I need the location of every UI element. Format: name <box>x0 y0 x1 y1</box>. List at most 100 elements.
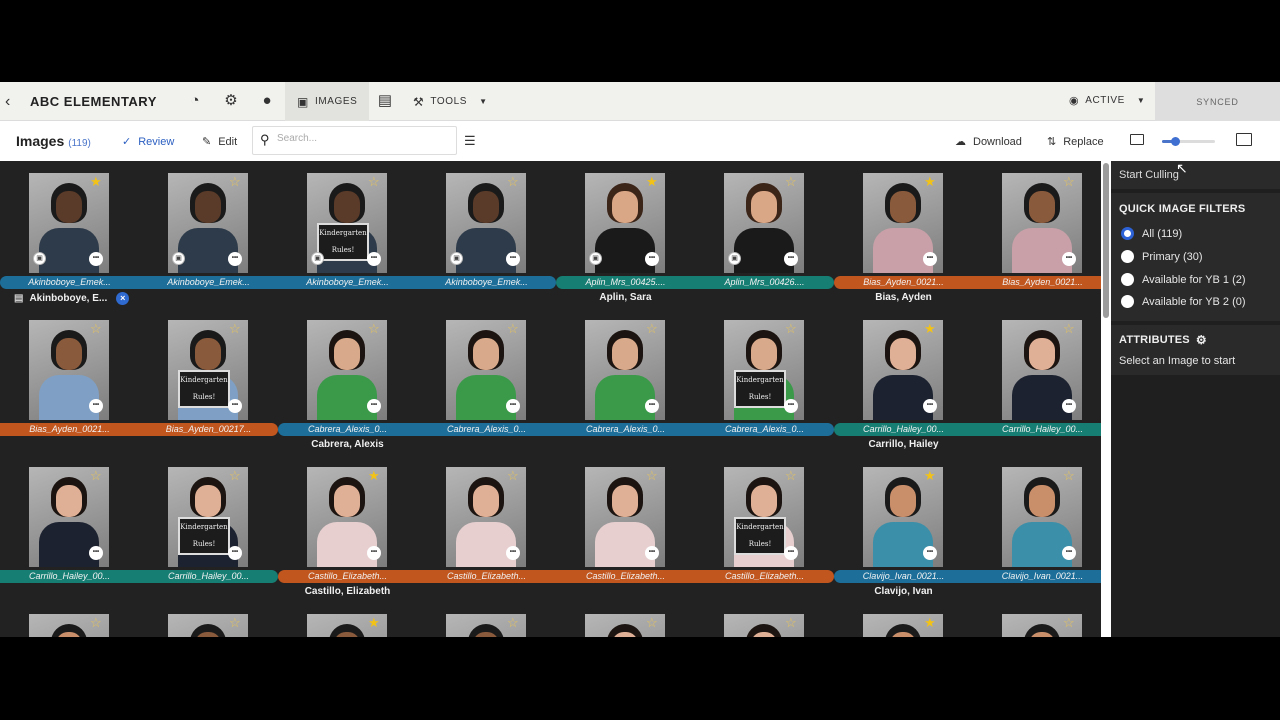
image-tile[interactable]: ☆ ••• Bias_Ayden_0021... <box>0 308 139 455</box>
large-image-icon[interactable] <box>1236 133 1252 146</box>
more-options-icon[interactable]: ••• <box>89 399 103 413</box>
star-outline-icon[interactable]: ☆ <box>229 175 241 188</box>
more-options-icon[interactable]: ••• <box>367 399 381 413</box>
star-outline-icon[interactable]: ☆ <box>1063 175 1075 188</box>
star-filled-icon[interactable]: ★ <box>646 175 658 188</box>
star-filled-icon[interactable]: ★ <box>924 175 936 188</box>
image-tile[interactable]: ☆••• <box>973 602 1101 637</box>
image-tile[interactable]: Kindergarten Rules! ☆ ••• Bias_Ayden_00217..… <box>139 308 278 455</box>
more-options-icon[interactable]: ••• <box>89 546 103 560</box>
tab-images[interactable]: ▣ IMAGES <box>285 82 370 121</box>
image-tile[interactable]: ☆ ••• Carrillo_Hailey_00... <box>973 308 1101 455</box>
zoom-slider[interactable] <box>1162 137 1215 146</box>
star-outline-icon[interactable]: ☆ <box>507 616 519 629</box>
image-tile[interactable]: ☆ ••• Bias_Ayden_0021... <box>973 161 1101 308</box>
star-outline-icon[interactable]: ☆ <box>368 175 380 188</box>
more-options-icon[interactable]: ••• <box>784 399 798 413</box>
image-tile[interactable]: ☆ ••• Cabrera_Alexis_0... <box>278 308 417 455</box>
image-tile[interactable]: ☆ ••• Castillo_Elizabeth... <box>556 455 695 602</box>
star-outline-icon[interactable]: ☆ <box>90 322 102 335</box>
more-options-icon[interactable]: ••• <box>645 252 659 266</box>
star-filled-icon[interactable]: ★ <box>924 469 936 482</box>
review-button[interactable]: ✓ Review <box>122 135 174 149</box>
tab-tools[interactable]: ⚒ TOOLS ▼ <box>413 82 488 121</box>
more-options-icon[interactable]: ••• <box>645 546 659 560</box>
image-tile[interactable]: ☆ ••• Cabrera_Alexis_0... <box>417 308 556 455</box>
filter-option[interactable]: Available for YB 1 (2) <box>1121 273 1246 286</box>
star-outline-icon[interactable]: ☆ <box>785 175 797 188</box>
yearbook-icon[interactable]: ▤ <box>376 92 394 110</box>
more-options-icon[interactable]: ••• <box>923 252 937 266</box>
small-image-icon[interactable] <box>1130 134 1144 145</box>
image-tile[interactable]: Kindergarten Rules! ☆ ••• Cabrera_Alexis_0..… <box>695 308 834 455</box>
image-tile[interactable]: ☆••• <box>0 602 139 637</box>
star-outline-icon[interactable]: ☆ <box>507 322 519 335</box>
image-tile[interactable]: ★ ••• ▣ Aplin_Mrs_00425.... <box>556 161 695 308</box>
image-tile[interactable]: ★ ••• Bias_Ayden_0021... <box>834 161 973 308</box>
image-tile[interactable]: ★ ••• Clavijo_Ivan_0021... <box>834 455 973 602</box>
image-tile[interactable]: ★••• <box>834 602 973 637</box>
image-tile[interactable]: ☆ ••• ▣ Akinboboye_Emek... <box>139 161 278 308</box>
radio-button[interactable] <box>1121 273 1134 286</box>
image-tile[interactable]: ☆ ••• ▣ Aplin_Mrs_00426.... <box>695 161 834 308</box>
filter-option[interactable]: Available for YB 2 (0) <box>1121 295 1246 308</box>
scrollbar-thumb[interactable] <box>1103 163 1109 318</box>
more-options-icon[interactable]: ••• <box>89 252 103 266</box>
star-outline-icon[interactable]: ☆ <box>646 322 658 335</box>
search-input[interactable] <box>277 133 447 144</box>
more-options-icon[interactable]: ••• <box>923 399 937 413</box>
star-outline-icon[interactable]: ☆ <box>1063 322 1075 335</box>
image-tile[interactable]: Kindergarten Rules! ☆ ••• Carrillo_Hailey_00… <box>139 455 278 602</box>
star-outline-icon[interactable]: ☆ <box>785 616 797 629</box>
more-options-icon[interactable]: ••• <box>506 399 520 413</box>
more-options-icon[interactable]: ••• <box>784 252 798 266</box>
replace-button[interactable]: ⇅ Replace <box>1047 135 1104 149</box>
star-outline-icon[interactable]: ☆ <box>90 469 102 482</box>
star-outline-icon[interactable]: ☆ <box>507 175 519 188</box>
star-filled-icon[interactable]: ★ <box>368 469 380 482</box>
more-options-icon[interactable]: ••• <box>506 546 520 560</box>
image-tile[interactable]: ☆ ••• Carrillo_Hailey_00... <box>0 455 139 602</box>
more-options-icon[interactable]: ••• <box>228 546 242 560</box>
more-options-icon[interactable]: ••• <box>784 546 798 560</box>
back-chevron-icon[interactable]: ‹ <box>5 93 10 111</box>
star-outline-icon[interactable]: ☆ <box>90 616 102 629</box>
star-outline-icon[interactable]: ☆ <box>1063 469 1075 482</box>
star-outline-icon[interactable]: ☆ <box>1063 616 1075 629</box>
image-tile[interactable]: ☆••• <box>417 602 556 637</box>
more-options-icon[interactable]: ••• <box>228 399 242 413</box>
filter-sliders-icon[interactable]: ☰ <box>464 133 476 149</box>
gear-icon[interactable]: ⚙ <box>222 92 240 110</box>
star-outline-icon[interactable]: ☆ <box>229 469 241 482</box>
star-filled-icon[interactable]: ★ <box>924 616 936 629</box>
more-options-icon[interactable]: ••• <box>367 252 381 266</box>
filter-option[interactable]: All (119) <box>1121 227 1182 240</box>
more-options-icon[interactable]: ••• <box>923 546 937 560</box>
edit-button[interactable]: ✎ Edit <box>202 135 237 149</box>
star-outline-icon[interactable]: ☆ <box>646 616 658 629</box>
start-culling-link[interactable]: Start Culling <box>1119 169 1179 181</box>
image-tile[interactable]: ★ ••• Castillo_Elizabeth... <box>278 455 417 602</box>
image-tile[interactable]: ☆••• <box>139 602 278 637</box>
more-options-icon[interactable]: ••• <box>228 252 242 266</box>
star-outline-icon[interactable]: ☆ <box>785 469 797 482</box>
image-tile[interactable]: Kindergarten Rules! ☆ ••• ▣ Akinboboye_Emek..… <box>278 161 417 308</box>
person-icon[interactable]: ● <box>258 92 276 110</box>
image-tile[interactable]: ☆ ••• ▣ Akinboboye_Emek... <box>417 161 556 308</box>
more-options-icon[interactable]: ••• <box>1062 399 1076 413</box>
download-button[interactable]: ☁ Download <box>955 135 1022 149</box>
more-options-icon[interactable]: ••• <box>645 399 659 413</box>
image-tile[interactable]: ☆••• <box>556 602 695 637</box>
more-options-icon[interactable]: ••• <box>1062 546 1076 560</box>
more-options-icon[interactable]: ••• <box>367 546 381 560</box>
grid-scrollbar[interactable] <box>1101 161 1111 637</box>
star-outline-icon[interactable]: ☆ <box>785 322 797 335</box>
image-tile[interactable]: ★••• <box>278 602 417 637</box>
image-tile[interactable]: ☆••• <box>695 602 834 637</box>
image-tile[interactable]: ☆ ••• Cabrera_Alexis_0... <box>556 308 695 455</box>
image-tile[interactable]: ★ ••• ▣ Akinboboye_Emek... <box>0 161 139 308</box>
star-filled-icon[interactable]: ★ <box>924 322 936 335</box>
image-tile[interactable]: ☆ ••• Castillo_Elizabeth... <box>417 455 556 602</box>
more-options-icon[interactable]: ••• <box>1062 252 1076 266</box>
status-dropdown[interactable]: ◉ ACTIVE ▼ <box>1069 94 1145 107</box>
